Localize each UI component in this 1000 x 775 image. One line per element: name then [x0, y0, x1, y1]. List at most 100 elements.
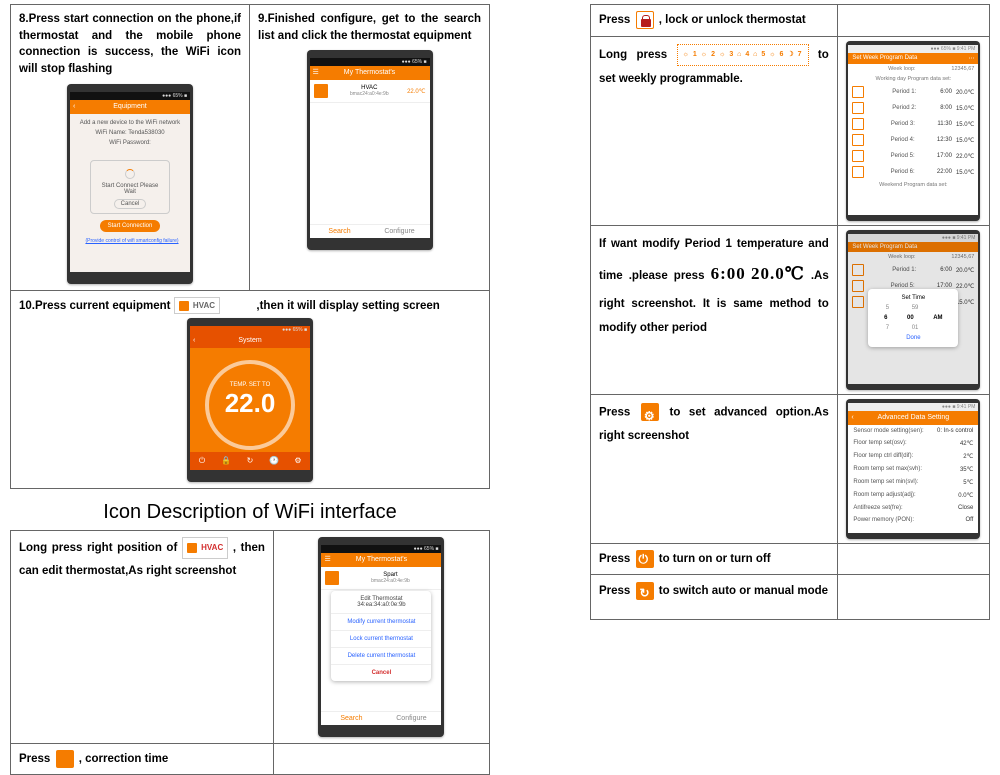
adv-val: 42℃: [960, 440, 973, 447]
lock-icon[interactable]: 🔒: [214, 452, 238, 470]
adv-key: Room temp set max(svh):: [853, 466, 922, 473]
period-temp: 22.0℃: [956, 153, 974, 160]
r1-b: , lock or unlock thermostat: [659, 14, 806, 26]
edit-title: My Thermostat's: [356, 556, 407, 563]
footer-configure[interactable]: Configure: [370, 225, 430, 238]
equip-chip-2[interactable]: HVAC: [182, 537, 228, 559]
prog-strip[interactable]: ☼ 1 ☼ 2 ☼ 3 ⌂ 4 ⌂ 5 ☼ 6 ☽ 7: [677, 44, 809, 67]
gear-icon[interactable]: ⚙: [286, 452, 310, 470]
adv-title: Advanced Data Setting: [878, 414, 950, 421]
opt-cancel[interactable]: Cancel: [331, 665, 431, 681]
adv-row[interactable]: Room temp adjust(adj):0.0℃: [848, 489, 978, 502]
modal-cancel[interactable]: Cancel: [114, 199, 147, 209]
r2: Long press ☼ 1 ☼ 2 ☼ 3 ⌂ 4 ⌂ 5 ☼ 6 ☽ 7 t…: [599, 43, 829, 91]
temp-dial[interactable]: TEMP. SET TO 22.0: [205, 360, 295, 450]
adv-row[interactable]: Room temp set max(svh):35℃: [848, 463, 978, 476]
prog-row[interactable]: Period 5:17:0022.0℃: [848, 148, 978, 164]
opt-lock[interactable]: Lock current thermostat: [331, 631, 431, 648]
footer-search[interactable]: Search: [310, 225, 370, 238]
desc2-b: , correction time: [79, 753, 168, 765]
opt-modify[interactable]: Modify current thermostat: [331, 614, 431, 631]
step10-b: ,then it will display setting screen: [256, 300, 439, 312]
step10-a: 10.Press current equipment: [19, 300, 170, 312]
home-icon: [187, 543, 197, 553]
r6: Press to switch auto or manual mode: [599, 581, 829, 602]
list-title: My Thermostat's: [344, 69, 395, 76]
phone-program: ●●● 65% ■ 9:41 PM Set Week Program Data⋯…: [846, 41, 980, 221]
list-item[interactable]: Spart bmac24:a0:4e:9b: [321, 567, 441, 590]
adv-row[interactable]: Floor temp set(osv):42℃: [848, 437, 978, 450]
period-icon: [852, 86, 864, 98]
weeklabel: Week loop:: [888, 66, 915, 72]
period-name: Period 3:: [868, 121, 937, 127]
adv-row[interactable]: Sensor mode setting(sen):0: In-s control: [848, 425, 978, 437]
list-item-mac: bmac24:a0:4e:9b: [332, 91, 408, 97]
clock-icon[interactable]: 🕐: [262, 452, 286, 470]
equip-hint-bot: (Provide control of wifi smartconfig fai…: [80, 238, 184, 244]
wifi-desc-table: Long press right position of HVAC , then…: [10, 530, 490, 775]
prog-row[interactable]: Period 2:8:0015.0℃: [848, 100, 978, 116]
period-time: 11:30: [937, 121, 952, 127]
phone-equipment: ●●● 65% ■ ‹Equipment Add a new device to…: [67, 84, 193, 284]
r6-a: Press: [599, 585, 630, 597]
prog-row[interactable]: Period 4:12:3015.0℃: [848, 132, 978, 148]
time-picker[interactable]: Set Time 559 600AM 701 Done: [868, 289, 958, 347]
list-item[interactable]: HVAC bmac24:a0:4e:9b 22.0℃: [310, 80, 430, 103]
r3: If want modify Period 1 temperature and …: [599, 232, 829, 340]
picker-done[interactable]: Done: [874, 335, 952, 341]
prog-row[interactable]: Period 3:11:30 15.0℃: [848, 116, 978, 132]
picker-ap: AM: [933, 315, 942, 321]
power-icon[interactable]: ⏻: [190, 452, 214, 470]
phone-setting: ●●● 65% ■ ‹System TEMP. SET TO 22.0 ⏻ 🔒 …: [187, 318, 313, 482]
mode-icon[interactable]: ↻: [238, 452, 262, 470]
gear-icon[interactable]: [641, 403, 659, 421]
adv-key: Sensor mode setting(sen):: [853, 428, 923, 434]
period-icon: [852, 118, 864, 130]
r4-a: Press: [599, 407, 630, 419]
phone-settime: ●●● ■ 9:41 PM Set Week Program Data Week…: [846, 230, 980, 390]
list-footer: Search Configure: [310, 224, 430, 238]
opt-delete[interactable]: Delete current thermostat: [331, 648, 431, 665]
equip-chip[interactable]: HVAC: [174, 297, 220, 315]
sheet-mac: 34:ea:34:a0:0e:9b: [336, 602, 426, 608]
spinner-icon: [125, 169, 135, 179]
r1-a: Press: [599, 14, 630, 26]
period-temp: 15.0℃: [956, 169, 974, 176]
picker-h: 6: [884, 315, 887, 321]
adv-row[interactable]: Room temp set min(svl):5℃: [848, 476, 978, 489]
start-connection-button[interactable]: Start Connection: [100, 220, 161, 232]
adv-row[interactable]: Floor temp ctrl diff(dif):2℃: [848, 450, 978, 463]
prog-row[interactable]: Period 6:22:0015.0℃: [848, 164, 978, 180]
adv-key: Power memory (PON):: [853, 517, 914, 523]
desc1-a: Long press right position of: [19, 542, 177, 554]
adv-row[interactable]: Antifreeze set(fre):Close: [848, 502, 978, 514]
home-icon: [179, 301, 189, 311]
chip-name: HVAC: [193, 301, 215, 310]
edit-footer: Search Configure: [321, 711, 441, 725]
lock-icon[interactable]: [636, 11, 654, 29]
adv-val: 2℃: [963, 453, 973, 460]
step8-text: 8.Press start connection on the phone,if…: [19, 11, 241, 78]
period-time: 17:00: [937, 153, 952, 159]
power-icon[interactable]: [636, 550, 654, 568]
period-icon: [852, 150, 864, 162]
period-temp: 15.0℃: [956, 105, 974, 112]
wifi-name-label: WiFi Name:: [95, 130, 126, 136]
adv-val: 5℃: [963, 479, 973, 486]
temp-value: 22.0: [209, 388, 291, 419]
period-temp: 15.0℃: [956, 121, 974, 128]
phone-edit: ●●● 65% ■ ☰My Thermostat's Spart bmac24:…: [318, 537, 444, 737]
footer-config2[interactable]: Configure: [381, 712, 441, 725]
desc2-text: Press , correction time: [19, 750, 265, 768]
time-icon[interactable]: [56, 750, 74, 768]
footer-search2[interactable]: Search: [321, 712, 381, 725]
period1-time-temp[interactable]: 6:00 20.0℃: [711, 256, 805, 292]
r5-a: Press: [599, 553, 630, 565]
manual-icon[interactable]: [636, 582, 654, 600]
chip2-name: HVAC: [201, 543, 223, 552]
adv-row[interactable]: Power memory (PON):Off: [848, 514, 978, 526]
picker-label: Set Time: [874, 295, 952, 301]
prog-row[interactable]: Period 1:6:0020.0℃: [848, 84, 978, 100]
period-temp: 20.0℃: [956, 89, 974, 96]
list-item-temp: 22.0℃: [407, 88, 425, 95]
